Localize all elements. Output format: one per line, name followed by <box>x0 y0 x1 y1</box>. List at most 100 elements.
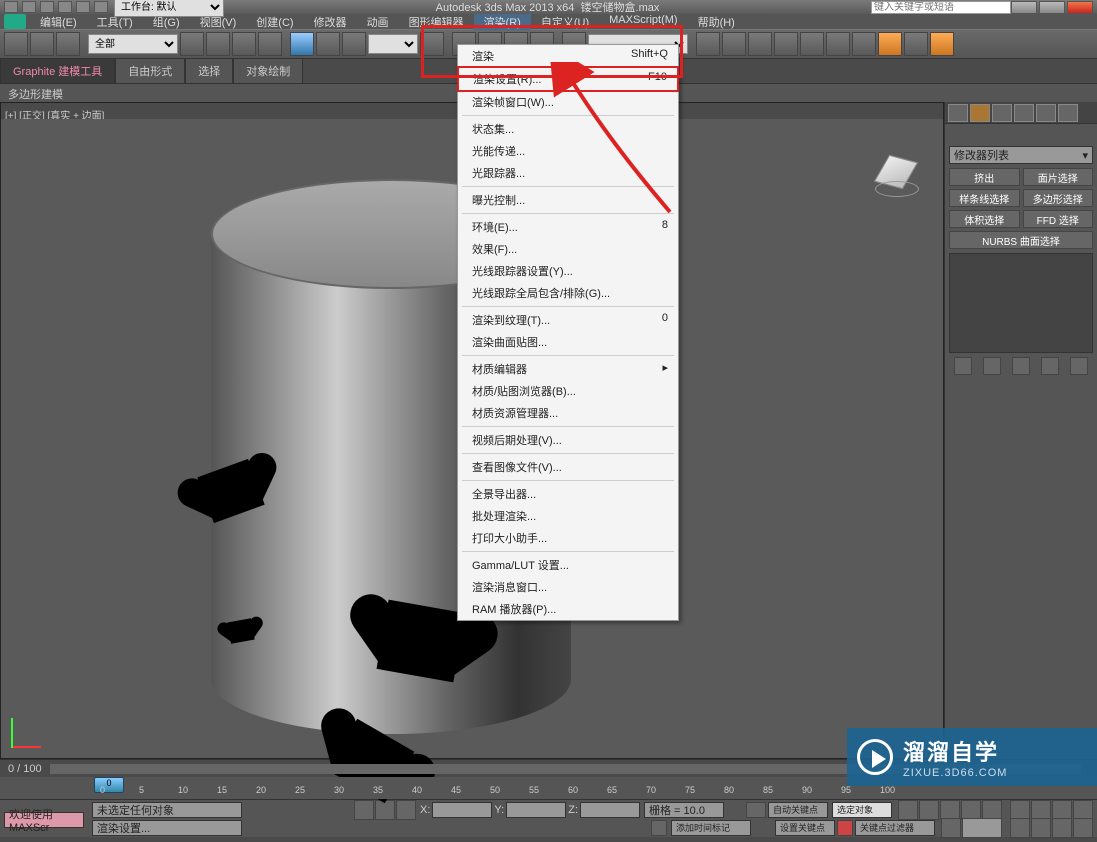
close-button[interactable] <box>1067 1 1093 14</box>
rotate-icon[interactable] <box>316 32 340 56</box>
snap-toggle-icon[interactable] <box>354 800 374 820</box>
window-crossing-icon[interactable] <box>258 32 282 56</box>
menu-item[interactable]: RAM 播放器(P)... <box>458 598 678 620</box>
vol-select-button[interactable]: 体积选择 <box>949 210 1020 228</box>
z-field[interactable] <box>580 802 640 818</box>
bind-icon[interactable] <box>56 32 80 56</box>
frame-input[interactable] <box>962 818 1002 838</box>
motion-tab-icon[interactable] <box>1014 104 1034 122</box>
nurbs-button[interactable]: NURBS 曲面选择 <box>949 231 1093 249</box>
zoom-extents-icon[interactable] <box>1073 800 1093 820</box>
utilities-tab-icon[interactable] <box>1058 104 1078 122</box>
menu-item[interactable]: 渲染帧窗口(W)... <box>458 91 678 113</box>
orbit-icon[interactable] <box>1031 800 1051 820</box>
menu-9[interactable]: 自定义(U) <box>531 14 599 30</box>
ref-coord-dropdown[interactable] <box>368 34 418 54</box>
curve-editor-icon[interactable] <box>800 32 824 56</box>
menu-item[interactable]: 效果(F)... <box>458 238 678 260</box>
tab-freeform[interactable]: 自由形式 <box>115 58 185 84</box>
auto-key-button[interactable]: 自动关键点 <box>768 802 828 818</box>
show-result-icon[interactable] <box>983 357 1001 375</box>
pan-icon[interactable] <box>1010 800 1030 820</box>
modifier-stack[interactable] <box>949 253 1093 353</box>
remove-icon[interactable] <box>1041 357 1059 375</box>
hierarchy-tab-icon[interactable] <box>992 104 1012 122</box>
menu-11[interactable]: 帮助(H) <box>688 14 745 30</box>
tab-paint[interactable]: 对象绘制 <box>233 58 303 84</box>
menu-item[interactable]: 材质资源管理器... <box>458 402 678 424</box>
modifier-list-dropdown[interactable]: 修改器列表▾ <box>949 146 1093 164</box>
menu-item[interactable]: 光线跟踪器设置(Y)... <box>458 260 678 282</box>
menu-item[interactable]: 材质/贴图浏览器(B)... <box>458 380 678 402</box>
select-name-icon[interactable] <box>206 32 230 56</box>
unlink-icon[interactable] <box>30 32 54 56</box>
add-timemark-button[interactable]: 添加时间标记 <box>671 820 751 836</box>
x-field[interactable] <box>432 802 492 818</box>
unique-icon[interactable] <box>1012 357 1030 375</box>
key-filters-icon[interactable] <box>837 820 853 836</box>
next-frame-icon[interactable] <box>961 800 981 820</box>
undo-icon[interactable] <box>76 1 90 13</box>
menu-item[interactable]: 光能传递... <box>458 140 678 162</box>
menu-item[interactable]: 环境(E)...8 <box>458 216 678 238</box>
lock-icon[interactable] <box>396 800 416 820</box>
zoom-icon[interactable] <box>1052 800 1072 820</box>
menu-2[interactable]: 组(G) <box>143 14 190 30</box>
render-setup-icon[interactable] <box>878 32 902 56</box>
help-search-input[interactable] <box>871 1 1011 14</box>
mirror-icon[interactable] <box>696 32 720 56</box>
menu-item[interactable]: 渲染消息窗口... <box>458 576 678 598</box>
app-icon[interactable] <box>4 1 18 13</box>
zoom-all-icon[interactable] <box>1073 818 1093 838</box>
menu-item[interactable]: 材质编辑器▸ <box>458 358 678 380</box>
menu-7[interactable]: 图形编辑器 <box>399 14 474 30</box>
set-key-button[interactable]: 设置关键点 <box>775 820 835 836</box>
align-icon[interactable] <box>722 32 746 56</box>
menu-item[interactable]: 渲染到纹理(T)...0 <box>458 309 678 331</box>
walk-icon[interactable] <box>1031 818 1051 838</box>
menu-10[interactable]: MAXScript(M) <box>599 14 687 30</box>
move-icon[interactable] <box>290 32 314 56</box>
menu-item[interactable]: Gamma/LUT 设置... <box>458 554 678 576</box>
menu-6[interactable]: 动画 <box>357 14 399 30</box>
create-tab-icon[interactable] <box>948 104 968 122</box>
link-icon[interactable] <box>4 32 28 56</box>
minimize-button[interactable] <box>1011 1 1037 14</box>
scale-icon[interactable] <box>342 32 366 56</box>
fov-icon[interactable] <box>1010 818 1030 838</box>
maximize-button[interactable] <box>1039 1 1065 14</box>
menu-item[interactable]: 渲染Shift+Q <box>458 45 678 67</box>
add-time-tag-icon[interactable] <box>651 820 667 836</box>
render-icon[interactable] <box>930 32 954 56</box>
key-icon[interactable] <box>746 802 766 818</box>
new-icon[interactable] <box>22 1 36 13</box>
y-field[interactable] <box>506 802 566 818</box>
render-frame-icon[interactable] <box>904 32 928 56</box>
max-toggle-icon[interactable] <box>1052 818 1072 838</box>
menu-item[interactable]: 全景导出器... <box>458 483 678 505</box>
ribbon-icon[interactable] <box>774 32 798 56</box>
menu-item[interactable]: 状态集... <box>458 118 678 140</box>
save-icon[interactable] <box>58 1 72 13</box>
pivot-icon[interactable] <box>420 32 444 56</box>
time-marker[interactable]: 0 <box>94 777 124 793</box>
maxscript-mini-listener[interactable]: 欢迎使用 MAXScr <box>0 807 90 830</box>
prev-frame-icon[interactable] <box>919 800 939 820</box>
menu-item[interactable]: 光线跟踪全局包含/排除(G)... <box>458 282 678 304</box>
layers-icon[interactable] <box>748 32 772 56</box>
goto-end-icon[interactable] <box>982 800 1002 820</box>
select-icon[interactable] <box>180 32 204 56</box>
menu-1[interactable]: 工具(T) <box>87 14 143 30</box>
app-logo-icon[interactable] <box>4 14 26 29</box>
menu-3[interactable]: 视图(V) <box>190 14 247 30</box>
redo-icon[interactable] <box>94 1 108 13</box>
menu-0[interactable]: 编辑(E) <box>30 14 87 30</box>
pin-icon[interactable] <box>954 357 972 375</box>
menu-item[interactable]: 查看图像文件(V)... <box>458 456 678 478</box>
menu-item[interactable]: 渲染设置(R)...F10 <box>457 66 679 92</box>
time-config-icon[interactable] <box>941 818 961 838</box>
goto-start-icon[interactable] <box>898 800 918 820</box>
poly-select-button[interactable]: 多边形选择 <box>1023 189 1094 207</box>
menu-item[interactable]: 视频后期处理(V)... <box>458 429 678 451</box>
select-rect-icon[interactable] <box>232 32 256 56</box>
